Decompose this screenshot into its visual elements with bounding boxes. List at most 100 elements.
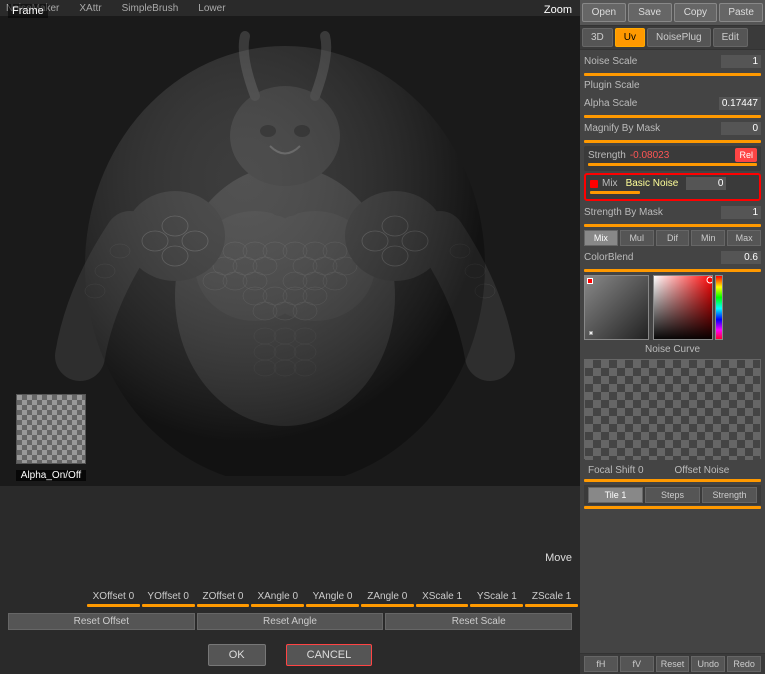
blend-mix[interactable]: Mix <box>584 230 618 246</box>
y-scale: YScale 1 <box>470 591 523 607</box>
fv-button[interactable]: fV <box>620 656 654 672</box>
focal-shift-label: Focal Shift 0 <box>588 465 671 476</box>
noise-scale-slider[interactable] <box>584 73 761 76</box>
tile-tab[interactable]: Tile 1 <box>588 487 643 503</box>
color-blend-slider[interactable] <box>584 269 761 272</box>
strength2-tab[interactable]: Strength <box>702 487 757 503</box>
rel-button[interactable]: Rel <box>735 148 757 162</box>
magnify-mask-value[interactable]: 0 <box>721 122 761 135</box>
strength-label: Strength <box>588 150 626 161</box>
tab-3d[interactable]: 3D <box>582 28 613 47</box>
title-bar: NoiseMaker XAttr SimpleBrush Lower <box>0 0 580 16</box>
mix-slider[interactable] <box>590 191 640 194</box>
character-view <box>0 16 580 486</box>
mix-indicator <box>590 180 598 188</box>
strength-row: Strength -0.08023 Rel <box>584 146 761 171</box>
ok-button[interactable]: OK <box>208 644 266 666</box>
simple-brush-label: SimpleBrush <box>122 3 179 14</box>
focal-row: Focal Shift 0 Offset Noise <box>584 463 761 478</box>
plugin-scale-label: Plugin Scale <box>584 80 640 91</box>
blend-min[interactable]: Min <box>691 230 725 246</box>
ok-cancel-row: OK CANCEL <box>0 640 580 670</box>
color-blend-value[interactable]: 0.6 <box>721 251 761 264</box>
strength-mask-value[interactable]: 1 <box>721 206 761 219</box>
noise-scale-label: Noise Scale <box>584 56 637 67</box>
x-offset-slider[interactable] <box>87 604 140 607</box>
rgb-color-picker[interactable] <box>653 275 713 340</box>
z-scale-slider[interactable] <box>525 604 578 607</box>
y-offset-slider[interactable] <box>142 604 195 607</box>
top-buttons-row: Open Save Copy Paste <box>580 0 765 26</box>
x-scale-slider[interactable] <box>416 604 469 607</box>
strength-value[interactable]: -0.08023 <box>626 150 736 161</box>
magnify-mask-label: Magnify By Mask <box>584 123 660 134</box>
tile-slider[interactable] <box>584 506 761 509</box>
lower-label: Lower <box>198 3 225 14</box>
tab-edit[interactable]: Edit <box>713 28 748 47</box>
color-dot-br <box>589 331 593 335</box>
bottom-tab-row: Tile 1 Steps Strength <box>584 485 761 505</box>
noise-scale-row: Noise Scale 1 <box>584 54 761 69</box>
noise-scale-value[interactable]: 1 <box>721 55 761 68</box>
noise-label: Noise Curve <box>584 344 761 355</box>
blend-dif[interactable]: Dif <box>656 230 690 246</box>
z-angle: ZAngle 0 <box>361 591 414 607</box>
x-offset: XOffset 0 <box>87 591 140 607</box>
mix-value[interactable]: 0 <box>686 177 726 190</box>
blend-max[interactable]: Max <box>727 230 761 246</box>
undo-button[interactable]: Undo <box>691 656 725 672</box>
alpha-scale-slider[interactable] <box>584 115 761 118</box>
copy-button[interactable]: Copy <box>674 3 718 22</box>
z-angle-slider[interactable] <box>361 604 414 607</box>
magnify-mask-row: Magnify By Mask 0 <box>584 121 761 136</box>
color-row <box>584 275 761 340</box>
mix-row: Mix Basic Noise 0 <box>584 173 761 201</box>
reset-buttons: Reset Offset Reset Angle Reset Scale <box>0 611 580 632</box>
strength-mask-slider[interactable] <box>584 224 761 227</box>
alpha-scale-label: Alpha Scale <box>584 98 637 109</box>
y-angle: YAngle 0 <box>306 591 359 607</box>
viewport: NoiseMaker XAttr SimpleBrush Lower Frame… <box>0 0 580 674</box>
z-scale: ZScale 1 <box>525 591 578 607</box>
y-offset: YOffset 0 <box>142 591 195 607</box>
basic-noise-label: Basic Noise <box>622 178 683 189</box>
alpha-preview <box>16 394 86 464</box>
dark-color-picker[interactable] <box>584 275 649 340</box>
blend-mul[interactable]: Mul <box>620 230 654 246</box>
blend-row: Mix Mul Dif Min Max <box>584 230 761 246</box>
y-angle-slider[interactable] <box>306 604 359 607</box>
alpha-label: Alpha_On/Off <box>16 470 86 481</box>
paste-button[interactable]: Paste <box>719 3 763 22</box>
alpha-scale-row: Alpha Scale 0.17447 <box>584 96 761 111</box>
noise-preview <box>584 359 761 459</box>
mix-label: Mix <box>602 178 618 189</box>
cancel-button[interactable]: CANCEL <box>286 644 373 666</box>
tab-noiseplug[interactable]: NoisePlug <box>647 28 711 47</box>
x-angle-slider[interactable] <box>251 604 304 607</box>
color-section <box>584 275 761 340</box>
steps-tab[interactable]: Steps <box>645 487 700 503</box>
z-offset-slider[interactable] <box>197 604 250 607</box>
reset-tool-button[interactable]: Reset <box>656 656 690 672</box>
redo-button[interactable]: Redo <box>727 656 761 672</box>
tab-uv[interactable]: Uv <box>615 28 645 47</box>
magnify-mask-slider[interactable] <box>584 140 761 143</box>
strength-slider[interactable] <box>588 163 757 166</box>
fh-button[interactable]: fH <box>584 656 618 672</box>
hue-bar[interactable] <box>715 275 723 340</box>
open-button[interactable]: Open <box>582 3 626 22</box>
reset-offset-button[interactable]: Reset Offset <box>8 613 195 630</box>
z-offset: ZOffset 0 <box>197 591 250 607</box>
save-button[interactable]: Save <box>628 3 672 22</box>
x-attr-label: XAttr <box>79 3 101 14</box>
reset-angle-button[interactable]: Reset Angle <box>197 613 384 630</box>
right-panel: Open Save Copy Paste 3D Uv NoisePlug Edi… <box>580 0 765 674</box>
offset-noise-label: Offset Noise <box>675 465 758 476</box>
y-scale-slider[interactable] <box>470 604 523 607</box>
focal-slider[interactable] <box>584 479 761 482</box>
plugin-scale-row: Plugin Scale <box>584 79 761 92</box>
reset-scale-button[interactable]: Reset Scale <box>385 613 572 630</box>
alpha-scale-value[interactable]: 0.17447 <box>719 97 761 110</box>
tool-row: fH fV Reset Undo Redo <box>580 653 765 674</box>
zoom-label: Zoom <box>544 4 572 16</box>
